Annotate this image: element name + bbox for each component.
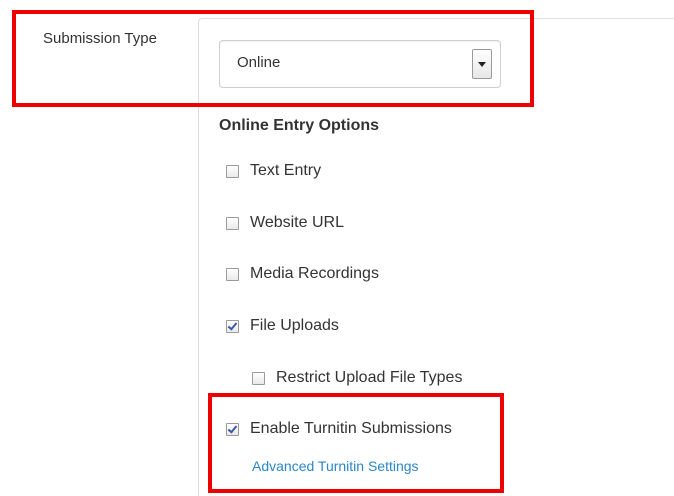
restrict-file-types-option[interactable]: Restrict Upload File Types <box>252 367 462 389</box>
highlight-box-turnitin <box>208 393 504 493</box>
text-entry-checkbox[interactable] <box>226 164 239 178</box>
media-recordings-option[interactable]: Media Recordings <box>226 263 379 285</box>
restrict-file-types-label: Restrict Upload File Types <box>276 369 463 386</box>
media-recordings-checkbox[interactable] <box>226 267 239 281</box>
restrict-file-types-checkbox[interactable] <box>252 371 265 385</box>
website-url-checkbox[interactable] <box>226 216 239 230</box>
text-entry-option[interactable]: Text Entry <box>226 160 321 182</box>
text-entry-label: Text Entry <box>250 162 322 179</box>
file-uploads-option[interactable]: File Uploads <box>226 315 339 337</box>
file-uploads-checkbox[interactable] <box>226 319 239 333</box>
file-uploads-label: File Uploads <box>250 317 339 334</box>
website-url-option[interactable]: Website URL <box>226 212 344 234</box>
website-url-label: Website URL <box>250 214 344 231</box>
online-entry-heading: Online Entry Options <box>219 117 380 134</box>
media-recordings-label: Media Recordings <box>250 265 379 282</box>
highlight-box-submission-type <box>12 10 534 107</box>
